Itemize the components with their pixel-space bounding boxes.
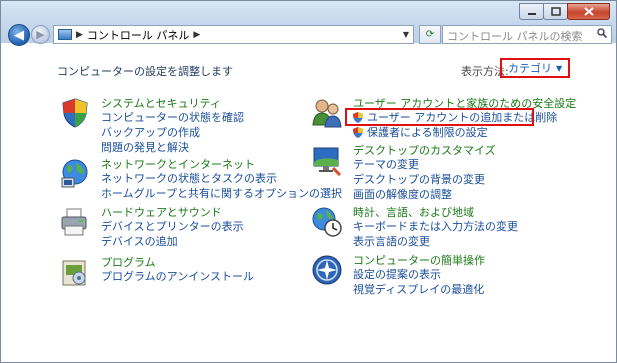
link-change-display-language[interactable]: 表示言語の変更 [353,234,518,249]
refresh-icon: ⟳ [425,29,435,40]
page-subtitle: コンピューターの設定を調整します [57,65,233,78]
link-devices-printers[interactable]: デバイスとプリンターの表示 [101,219,244,234]
category-heading[interactable]: プログラム [101,256,254,269]
back-arrow-icon: ◀ [14,27,24,43]
control-panel-icon [58,29,72,40]
programs-icon [62,260,86,286]
window-buttons [519,3,610,20]
minimize-button[interactable] [519,3,544,20]
search-input[interactable]: コントロール パネルの検索 [442,25,612,44]
control-panel-window: ◀ ▶ ▶ コントロール パネル ▶ ▼ ⟳ コントロール パネルの検索 コンピ… [0,0,617,363]
category-heading[interactable]: システムとセキュリティ [101,97,244,110]
link-label: 保護者による制限の設定 [367,126,488,139]
link-adjust-resolution[interactable]: 画面の解像度の調整 [353,187,496,202]
ease-of-access-icon [312,255,342,285]
clock-globe-icon [312,207,342,237]
back-button[interactable]: ◀ [8,24,30,46]
link-create-backup[interactable]: バックアップの作成 [101,125,244,140]
link-parental-controls[interactable]: 保護者による制限の設定 [353,125,576,140]
link-get-recommendations[interactable]: 設定の提案の表示 [353,267,485,282]
breadcrumb-control-panel[interactable]: コントロール パネル [87,27,190,43]
close-icon [583,7,594,16]
desktop-icon [313,147,342,176]
link-change-theme[interactable]: テーマの変更 [353,157,496,172]
highlight-box [345,108,534,126]
link-add-device[interactable]: デバイスの追加 [101,234,244,249]
category-heading[interactable]: ハードウェアとサウンド [101,206,244,219]
maximize-icon [550,7,561,16]
uac-shield-icon [353,127,363,138]
refresh-button[interactable]: ⟳ [419,25,441,44]
network-globe-icon [61,159,88,188]
minimize-icon [527,12,536,15]
breadcrumb-chevron-icon: ▶ [76,29,83,40]
title-bar: ◀ ▶ ▶ コントロール パネル ▶ ▼ ⟳ コントロール パネルの検索 [1,1,616,46]
shield-icon [62,98,88,128]
link-change-input-method[interactable]: キーボードまたは入力方法の変更 [353,219,518,234]
view-by-dropdown[interactable]: カテゴリ ▼ [500,58,571,78]
category-heading[interactable]: コンピューターの簡単操作 [353,254,485,267]
link-change-background[interactable]: デスクトップの背景の変更 [353,172,496,187]
category-heading[interactable]: デスクトップのカスタマイズ [353,144,496,157]
forward-arrow-icon: ▶ [36,28,45,41]
address-bar[interactable]: ▶ コントロール パネル ▶ ▼ [53,25,414,44]
link-check-computer-status[interactable]: コンピューターの状態を確認 [101,110,244,125]
breadcrumb-chevron-icon[interactable]: ▶ [193,30,200,40]
category-heading[interactable]: ネットワークとインターネット [101,158,342,171]
printer-icon [61,208,87,236]
category-heading[interactable]: 時計、言語、および地域 [353,206,518,219]
close-button[interactable] [567,3,610,20]
maximize-button[interactable] [543,3,568,20]
search-placeholder: コントロール パネルの検索 [447,30,583,43]
link-homegroup-sharing[interactable]: ホームグループと共有に関するオプションの選択 [101,186,342,201]
chevron-down-icon: ▼ [556,63,563,73]
link-uninstall-program[interactable]: プログラムのアンインストール [101,269,254,284]
link-network-status[interactable]: ネットワークの状態とタスクの表示 [101,171,342,186]
link-find-fix-problems[interactable]: 問題の発見と解決 [101,140,244,155]
search-icon [597,28,607,38]
main-content: コンピューターの設定を調整します 表示方法: カテゴリ ▼ システムとセキュリテ… [1,48,616,362]
forward-button[interactable]: ▶ [31,25,50,44]
link-optimize-visual-display[interactable]: 視覚ディスプレイの最適化 [353,282,485,297]
address-dropdown-icon[interactable]: ▼ [403,30,409,39]
users-icon [312,99,342,128]
view-by-value: カテゴリ [508,62,552,75]
